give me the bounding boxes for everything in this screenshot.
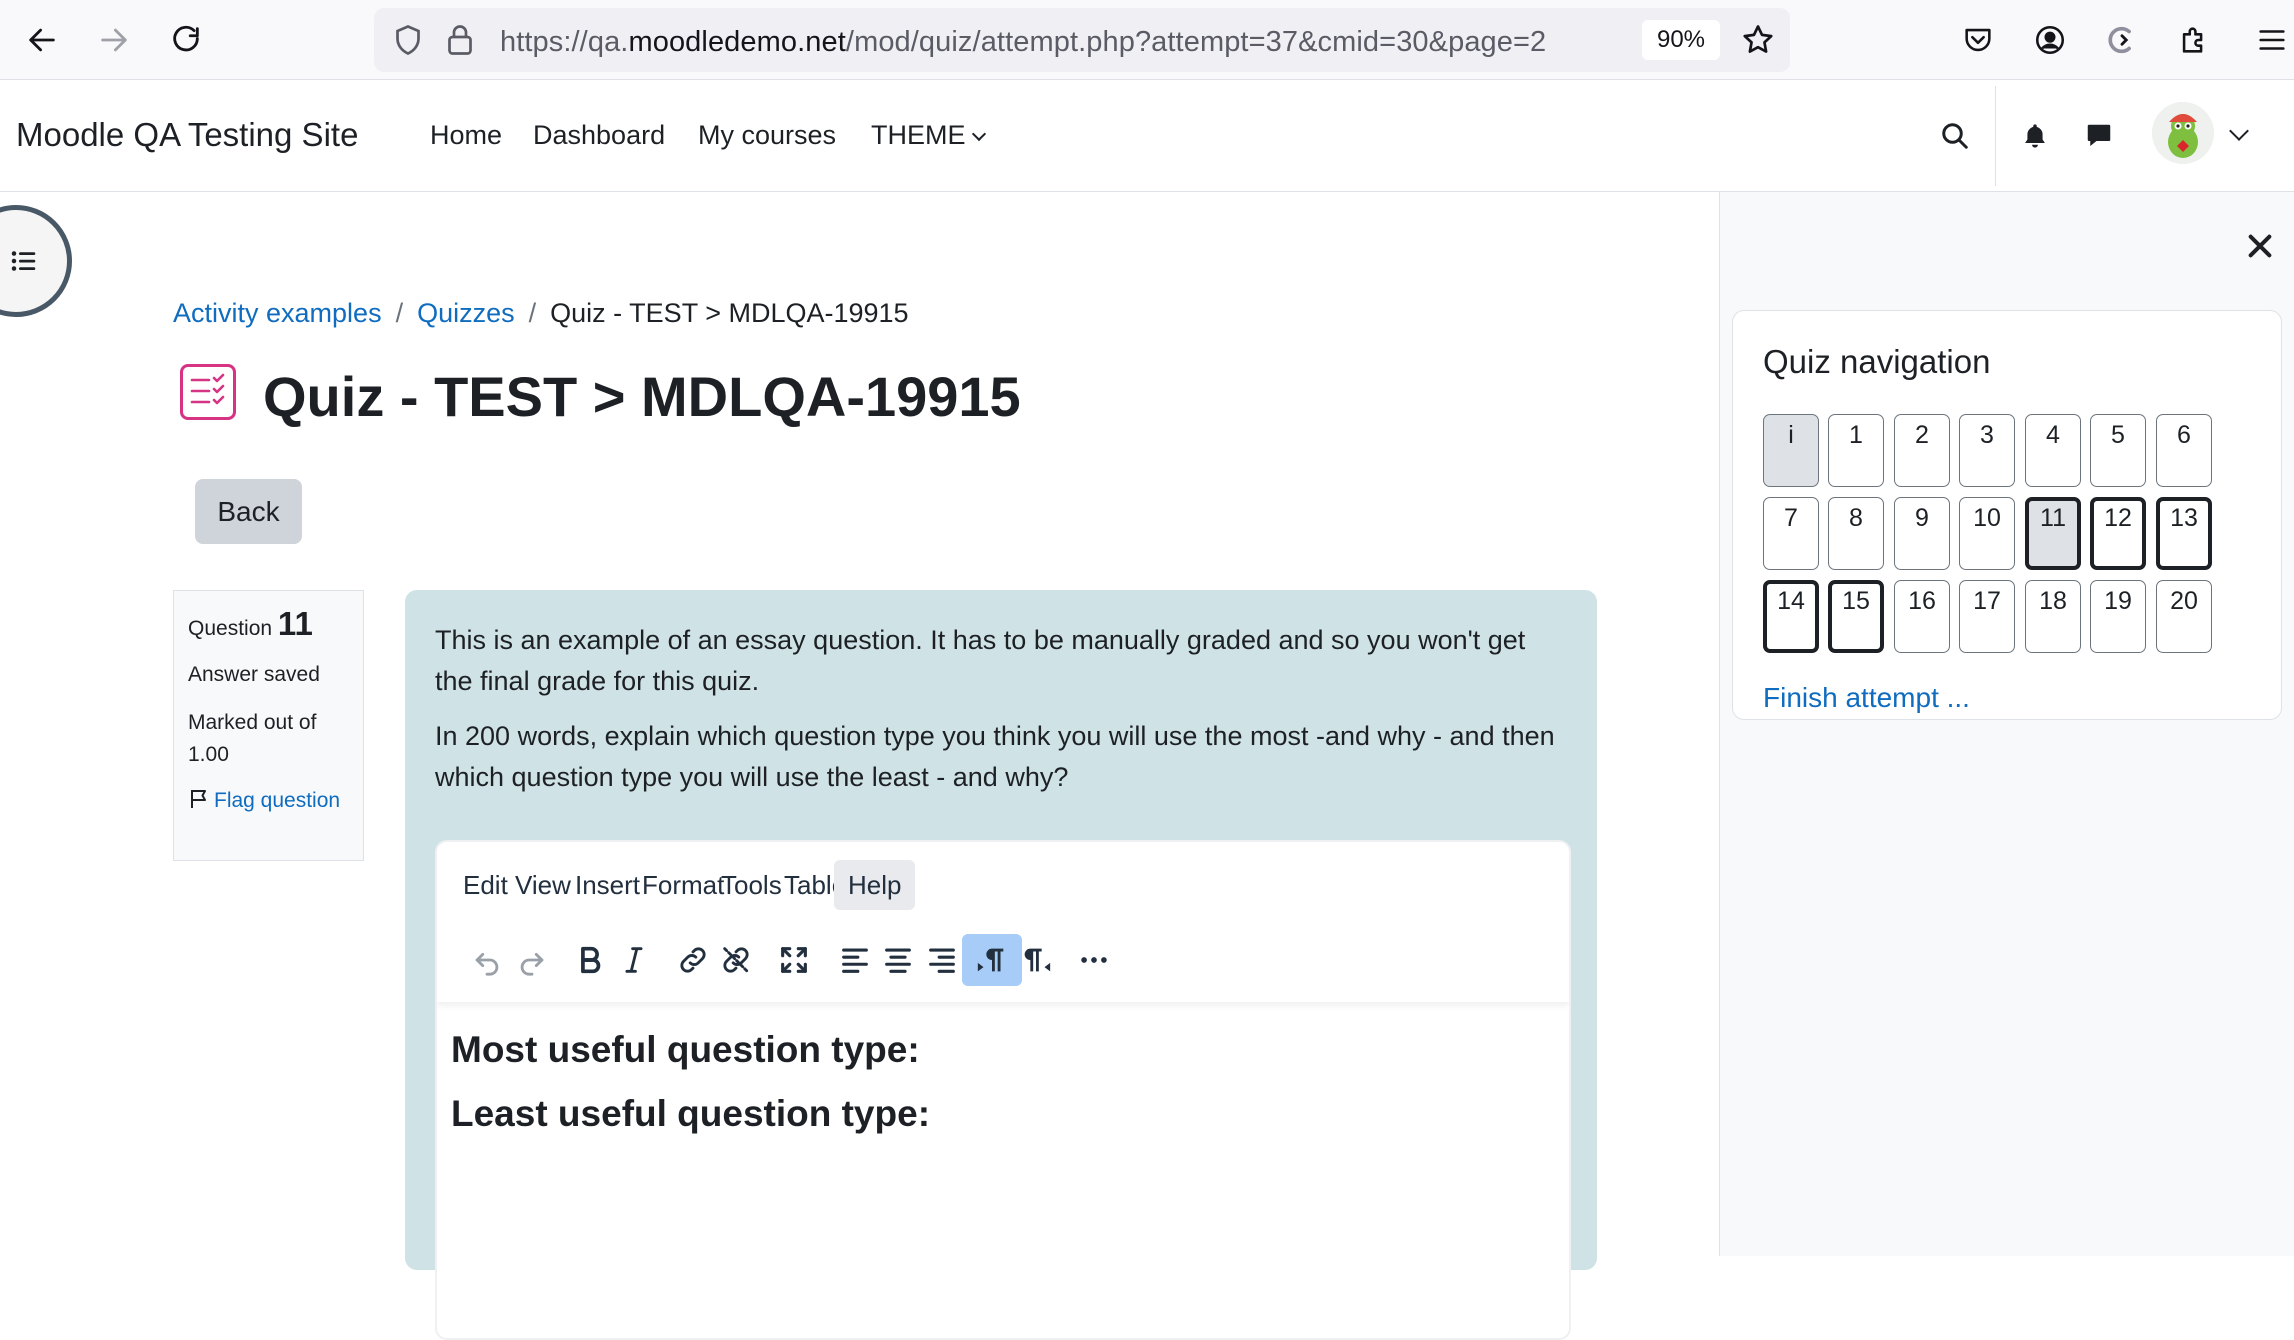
quiz-nav-button[interactable]: 6 — [2156, 414, 2212, 487]
quiz-nav-button[interactable]: 14 — [1763, 580, 1819, 653]
question-label: Question — [188, 617, 273, 640]
rich-text-editor: Edit View Insert Format Tools Table Help — [435, 840, 1571, 1340]
bookmark-star-icon[interactable] — [1740, 22, 1776, 58]
search-icon[interactable] — [1935, 116, 1975, 156]
site-navbar: Moodle QA Testing Site Home Dashboard My… — [0, 80, 2294, 192]
rtl-icon[interactable] — [1006, 934, 1066, 986]
unlink-icon[interactable] — [706, 934, 766, 986]
more-icon[interactable] — [1064, 934, 1124, 986]
shield-icon[interactable] — [390, 22, 426, 58]
quiz-icon — [180, 364, 236, 420]
extension-c-icon[interactable] — [2096, 14, 2148, 66]
user-avatar[interactable] — [2152, 102, 2214, 164]
question-text-paragraph: This is an example of an essay question.… — [435, 625, 1526, 696]
course-index-toggle[interactable] — [0, 205, 72, 317]
url-text[interactable]: https://qa.moodledemo.net/mod/quiz/attem… — [500, 26, 1546, 59]
italic-icon[interactable] — [604, 934, 664, 986]
quiz-nav-button[interactable]: 15 — [1828, 580, 1884, 653]
quiz-nav-button[interactable]: 2 — [1894, 414, 1950, 487]
quiz-nav-button[interactable]: 7 — [1763, 497, 1819, 570]
bell-icon[interactable] — [2015, 116, 2055, 156]
editor-content-area[interactable]: Most useful question type: Least useful … — [451, 1018, 1551, 1146]
right-drawer: Quiz navigation i 1 2 3 4 5 6 7 8 9 10 1… — [1719, 192, 2294, 1256]
breadcrumb: Activity examples / Quizzes / Quiz - TEST > … — [173, 298, 909, 329]
menu-help[interactable]: Help — [834, 860, 916, 910]
breadcrumb-activity-examples[interactable]: Activity examples — [173, 298, 382, 328]
redo-icon[interactable] — [502, 934, 562, 986]
question-number: Question 11 — [188, 605, 349, 643]
user-menu-chevron-icon[interactable] — [2229, 121, 2249, 141]
address-bar[interactable]: https://qa.moodledemo.net/mod/quiz/attem… — [374, 8, 1790, 72]
quiz-nav-button-info[interactable]: i — [1763, 414, 1819, 487]
quiz-nav-button[interactable]: 4 — [2025, 414, 2081, 487]
quiz-nav-button[interactable]: 1 — [1828, 414, 1884, 487]
quiz-nav-button[interactable]: 10 — [1959, 497, 2015, 570]
nav-my-courses[interactable]: My courses — [698, 120, 836, 151]
quiz-nav-button[interactable]: 17 — [1959, 580, 2015, 653]
question-info: Question 11 Answer saved Marked out of 1… — [173, 590, 364, 861]
hamburger-menu-icon[interactable] — [2246, 14, 2294, 66]
back-arrow-icon[interactable] — [16, 14, 68, 66]
lock-icon[interactable] — [442, 22, 478, 58]
browser-toolbar: https://qa.moodledemo.net/mod/quiz/attem… — [0, 0, 2294, 80]
navbar-divider — [1995, 86, 1996, 186]
editor-heading[interactable]: Most useful question type: — [451, 1018, 1551, 1082]
nav-home[interactable]: Home — [430, 120, 502, 151]
breadcrumb-separator: / — [395, 298, 404, 328]
back-button[interactable]: Back — [195, 479, 302, 544]
quiz-nav-button[interactable]: 12 — [2090, 497, 2146, 570]
list-icon — [11, 251, 36, 271]
quiz-nav-button[interactable]: 19 — [2090, 580, 2146, 653]
quiz-nav-button-current[interactable]: 11 — [2025, 497, 2081, 570]
quiz-nav-button[interactable]: 8 — [1828, 497, 1884, 570]
account-icon[interactable] — [2024, 14, 2076, 66]
close-drawer-icon[interactable] — [2244, 230, 2276, 262]
quiz-nav-button[interactable]: 13 — [2156, 497, 2212, 570]
site-name[interactable]: Moodle QA Testing Site — [16, 116, 358, 154]
question-state: Answer saved — [188, 663, 320, 686]
breadcrumb-separator: / — [528, 298, 537, 328]
question-content: This is an example of an essay question.… — [405, 590, 1597, 1340]
flag-question-label: Flag question — [214, 789, 341, 812]
page-title: Quiz - TEST > MDLQA-19915 — [263, 365, 1021, 428]
fullscreen-icon[interactable] — [764, 934, 824, 986]
editor-menubar: Edit View Insert Format Tools Table Help — [437, 842, 1569, 922]
question-text: This is an example of an essay question.… — [435, 620, 1565, 798]
quiz-nav-button[interactable]: 16 — [1894, 580, 1950, 653]
quiz-navigation-title: Quiz navigation — [1763, 343, 1991, 380]
quiz-nav-button[interactable]: 3 — [1959, 414, 2015, 487]
nav-dashboard[interactable]: Dashboard — [533, 120, 665, 151]
forward-arrow-icon[interactable] — [88, 14, 140, 66]
quiz-nav-button[interactable]: 20 — [2156, 580, 2212, 653]
finish-attempt-link[interactable]: Finish attempt ... — [1763, 682, 1970, 714]
zoom-level[interactable]: 90% — [1642, 20, 1720, 60]
quiz-navigation-block: Quiz navigation i 1 2 3 4 5 6 7 8 9 10 1… — [1732, 310, 2282, 720]
breadcrumb-quizzes[interactable]: Quizzes — [417, 298, 515, 328]
reload-icon[interactable] — [160, 14, 212, 66]
editor-heading[interactable]: Least useful question type: — [451, 1082, 1551, 1146]
question-number-value: 11 — [277, 605, 313, 642]
nav-theme-label: THEME — [871, 120, 966, 150]
pocket-icon[interactable] — [1952, 14, 2004, 66]
question-grade: Marked out of 1.00 — [188, 711, 317, 766]
flag-question-link[interactable]: Flag question — [188, 785, 349, 817]
flag-icon — [191, 790, 206, 808]
breadcrumb-current: Quiz - TEST > MDLQA-19915 — [550, 298, 909, 328]
question-text-paragraph: In 200 words, explain which question typ… — [435, 721, 1555, 792]
chevron-down-icon — [971, 126, 986, 142]
editor-toolbar — [437, 922, 1569, 1002]
chat-bubble-icon[interactable] — [2079, 116, 2119, 156]
quiz-nav-button[interactable]: 9 — [1894, 497, 1950, 570]
quiz-nav-button[interactable]: 18 — [2025, 580, 2081, 653]
quiz-nav-button[interactable]: 5 — [2090, 414, 2146, 487]
extensions-puzzle-icon[interactable] — [2168, 14, 2220, 66]
nav-theme-dropdown[interactable]: THEME — [871, 120, 986, 151]
